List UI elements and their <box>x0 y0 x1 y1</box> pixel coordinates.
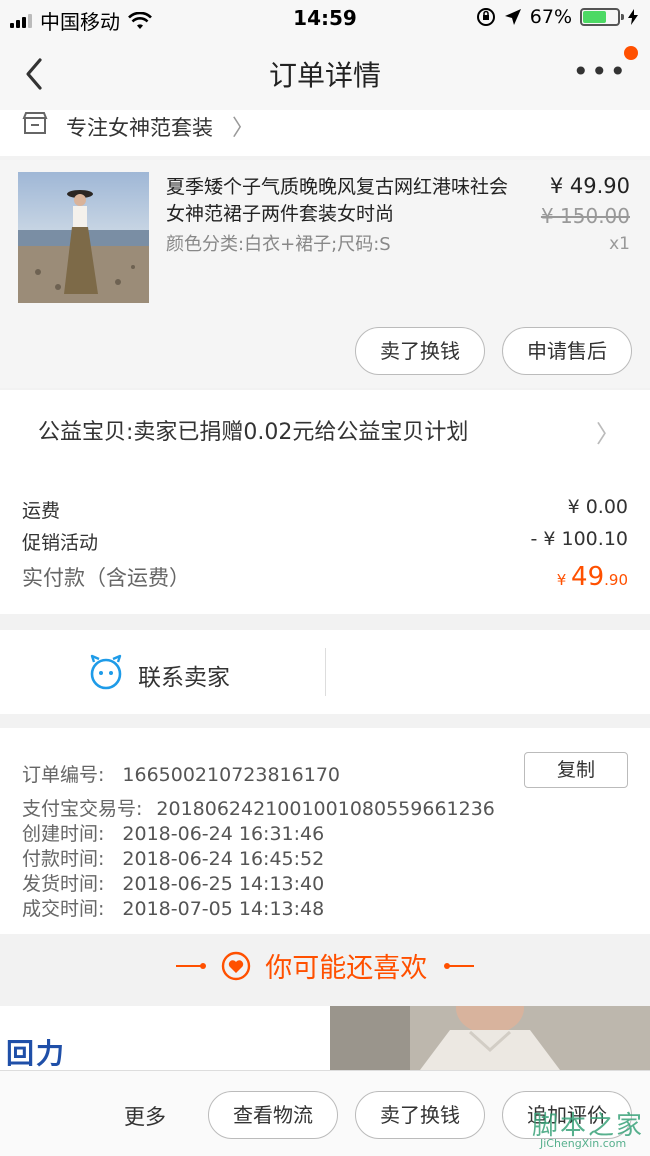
order-number-label: 订单编号: <box>22 764 105 786</box>
shipped-time-label: 发货时间: <box>22 873 105 895</box>
recommend-header: 你可能还喜欢 <box>0 934 650 1006</box>
view-logistics-button[interactable]: 查看物流 <box>208 1091 338 1139</box>
total-label: 实付款（含运费） <box>22 566 190 590</box>
promotion-value: - ¥ 100.10 <box>530 528 628 550</box>
chevron-right-icon: 〉 <box>232 116 255 141</box>
decorative-line <box>443 962 474 969</box>
order-number-value: 166500210723816170 <box>122 764 340 786</box>
promotion-label: 促销活动 <box>22 532 99 554</box>
watermark: 脚本之家 JiChengXin.com <box>530 1105 644 1153</box>
product-spec: 颜色分类:白衣+裙子;尺码:S <box>166 234 391 255</box>
shipping-value: ¥ 0.00 <box>567 496 628 518</box>
product-original-price: ¥ 150.00 <box>540 204 630 228</box>
promotion-row: 促销活动 - ¥ 100.10 <box>22 528 628 555</box>
charging-icon <box>628 9 638 25</box>
decorative-line <box>176 962 207 969</box>
nav-bar: 订单详情 ••• <box>0 36 650 110</box>
more-options-icon[interactable]: ••• <box>572 58 628 86</box>
product-image[interactable] <box>18 172 149 303</box>
bottom-action-bar: 更多 查看物流 卖了换钱 追加评价 脚本之家 JiChengXin.com <box>0 1070 650 1156</box>
recommend-item[interactable] <box>330 1006 650 1070</box>
paid-time-row: 付款时间: 2018-06-24 16:45:52 <box>22 844 324 871</box>
total-value: ¥ 49.90 <box>557 562 628 592</box>
battery-percent: 67% <box>529 6 572 28</box>
order-info: 订单编号: 166500210723816170 复制 支付宝交易号: 201806… <box>0 728 650 934</box>
product-quantity: x1 <box>609 234 630 254</box>
divider <box>325 648 326 696</box>
shipped-time-row: 发货时间: 2018-06-25 14:13:40 <box>22 869 324 896</box>
alipay-trade-row: 支付宝交易号: 2018062421001001080559661236 <box>22 794 495 821</box>
total-currency: ¥ <box>556 571 572 589</box>
alipay-trade-label: 支付宝交易号: <box>22 798 143 820</box>
created-time-value: 2018-06-24 16:31:46 <box>122 823 325 845</box>
completed-time-row: 成交时间: 2018-07-05 14:13:48 <box>22 894 324 921</box>
product-title[interactable]: 夏季矮个子气质晚晚风复古网红港味社会女神范裙子两件套装女时尚 <box>166 174 516 228</box>
total-integer: 49 <box>571 562 605 592</box>
total-decimal: .90 <box>604 571 628 589</box>
battery-icon <box>580 8 624 26</box>
brand-logo: 回力 <box>6 1037 67 1070</box>
completed-time-value: 2018-07-05 14:13:48 <box>122 898 325 920</box>
created-time-label: 创建时间: <box>22 823 105 845</box>
alipay-trade-value: 2018062421001001080559661236 <box>156 798 495 820</box>
store-icon <box>22 112 48 134</box>
chat-icon[interactable] <box>88 654 124 690</box>
more-button[interactable]: 更多 <box>124 1101 166 1131</box>
charity-row[interactable]: 公益宝贝:卖家已捐赠0.02元给公益宝贝计划 〉 <box>0 390 650 470</box>
recommend-item[interactable]: 回力 <box>0 1006 330 1070</box>
contact-seller-bar: 联系卖家 <box>0 630 650 714</box>
sell-for-cash-button[interactable]: 卖了换钱 <box>355 327 485 375</box>
fee-summary: 运费 ¥ 0.00 促销活动 - ¥ 100.10 实付款（含运费） ¥ 49.… <box>0 470 650 614</box>
paid-time-label: 付款时间: <box>22 848 105 870</box>
charity-text: 公益宝贝:卖家已捐赠0.02元给公益宝贝计划 <box>38 420 469 445</box>
rotation-lock-icon <box>476 8 495 26</box>
recommend-title: 你可能还喜欢 <box>265 953 428 984</box>
product-card[interactable]: 夏季矮个子气质晚晚风复古网红港味社会女神范裙子两件套装女时尚 颜色分类:白衣+裙… <box>0 160 650 388</box>
shipped-time-value: 2018-06-25 14:13:40 <box>122 873 325 895</box>
order-number-row: 订单编号: 166500210723816170 <box>22 760 340 787</box>
page-title: 订单详情 <box>268 59 381 92</box>
chevron-right-icon: 〉 <box>596 420 620 448</box>
paid-time-value: 2018-06-24 16:45:52 <box>122 848 325 870</box>
copy-button[interactable]: 复制 <box>524 752 628 788</box>
contact-seller-button[interactable]: 联系卖家 <box>138 658 230 692</box>
shop-row[interactable]: 专注女神范套装 〉 <box>0 110 650 156</box>
heart-icon <box>221 951 250 980</box>
product-price: ¥ 49.90 <box>549 174 630 198</box>
total-row: 实付款（含运费） ¥ 49.90 <box>22 562 628 592</box>
completed-time-label: 成交时间: <box>22 898 105 920</box>
notification-dot <box>624 46 638 60</box>
watermark-url: JiChengXin.com <box>540 1137 627 1150</box>
sell-for-cash-button[interactable]: 卖了换钱 <box>355 1091 485 1139</box>
created-time-row: 创建时间: 2018-06-24 16:31:46 <box>22 819 324 846</box>
status-bar: 中国移动 14:59 67% <box>0 0 650 36</box>
after-sale-button[interactable]: 申请售后 <box>502 327 632 375</box>
location-icon <box>504 9 521 25</box>
shipping-row: 运费 ¥ 0.00 <box>22 496 628 523</box>
shop-name: 专注女神范套装 <box>66 116 213 140</box>
shipping-label: 运费 <box>22 500 61 522</box>
